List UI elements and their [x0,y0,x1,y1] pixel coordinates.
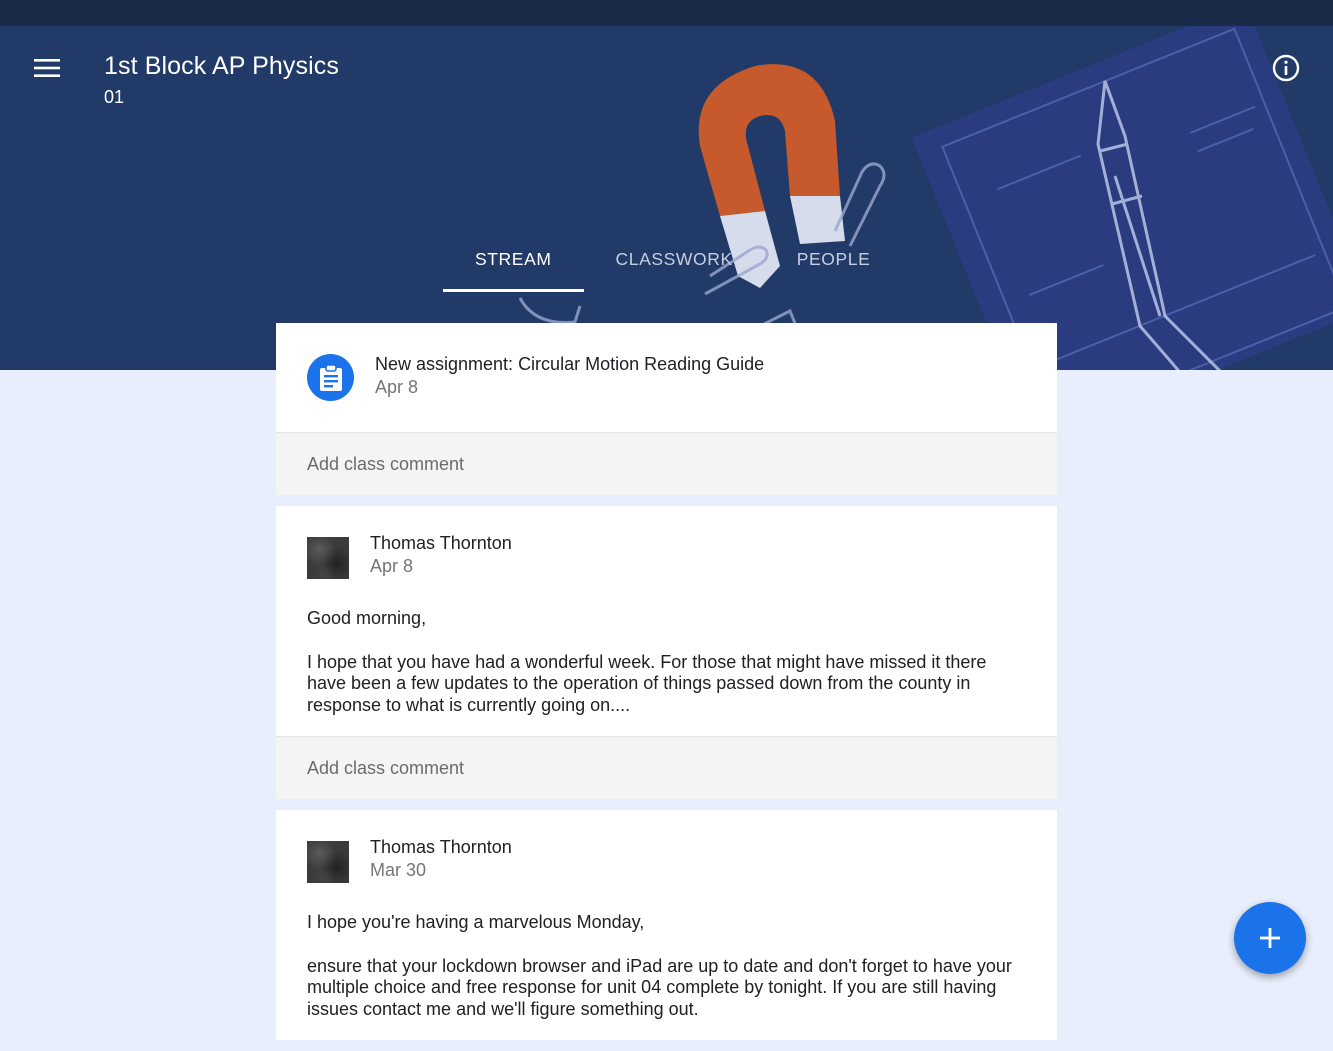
tab-people[interactable]: PEOPLE [765,244,903,292]
add-class-comment-input[interactable]: Add class comment [276,432,1057,495]
assignment-title[interactable]: Circular Motion Reading Guide [518,354,764,374]
post-body: Good morning, I hope that you have had a… [307,608,1026,716]
announcement-post[interactable]: Thomas Thornton Mar 30 I hope you're hav… [276,810,1057,1040]
assignment-date: Apr 8 [375,377,419,397]
add-class-comment-input[interactable]: Add class comment [276,736,1057,799]
tab-stream[interactable]: STREAM [443,244,584,292]
post-paragraph: I hope that you have had a wonderful wee… [307,651,987,715]
assignment-announcement[interactable]: New assignment: Circular Motion Reading … [276,323,1057,432]
post-date: Apr 8 [370,556,414,576]
assignment-icon-badge [307,354,354,401]
create-fab-button[interactable] [1234,902,1306,974]
post-paragraph: I hope you're having a marvelous Monday, [307,912,645,932]
info-icon [1272,54,1300,82]
class-title: 1st Block AP Physics [104,52,339,80]
post-header: Thomas Thornton Mar 30 [307,834,1026,890]
stream-feed: New assignment: Circular Motion Reading … [276,323,1057,1051]
clipboard-icon [319,363,342,391]
assignment-card: New assignment: Circular Motion Reading … [276,323,1057,495]
status-bar [0,0,1333,26]
post-body: I hope you're having a marvelous Monday,… [307,912,1026,1020]
assignment-prefix: New assignment: [375,354,519,374]
class-section: 01 [104,87,125,107]
assignment-text: New assignment: Circular Motion Reading … [375,354,764,398]
post-paragraph: Good morning, [307,608,427,628]
hamburger-menu-icon [34,59,60,77]
menu-button[interactable] [26,53,68,83]
post-date: Mar 30 [370,860,427,880]
class-tabs: STREAM CLASSWORK PEOPLE [443,244,902,292]
post-author: Thomas Thornton [370,533,512,553]
tab-classwork[interactable]: CLASSWORK [584,244,765,292]
post-author: Thomas Thornton [370,837,512,857]
plus-icon [1260,928,1280,948]
class-banner: 1st Block AP Physics 01 STREAM CLASSWORK… [0,26,1333,370]
post-paragraph: ensure that your lockdown browser and iP… [307,955,1012,1019]
avatar [307,537,349,579]
class-info-button[interactable] [1266,50,1306,86]
announcement-card: Thomas Thornton Apr 8 Good morning, I ho… [276,506,1057,799]
announcement-card: Thomas Thornton Mar 30 I hope you're hav… [276,810,1057,1040]
avatar [307,841,349,883]
announcement-post[interactable]: Thomas Thornton Apr 8 Good morning, I ho… [276,506,1057,736]
post-header: Thomas Thornton Apr 8 [307,530,1026,586]
